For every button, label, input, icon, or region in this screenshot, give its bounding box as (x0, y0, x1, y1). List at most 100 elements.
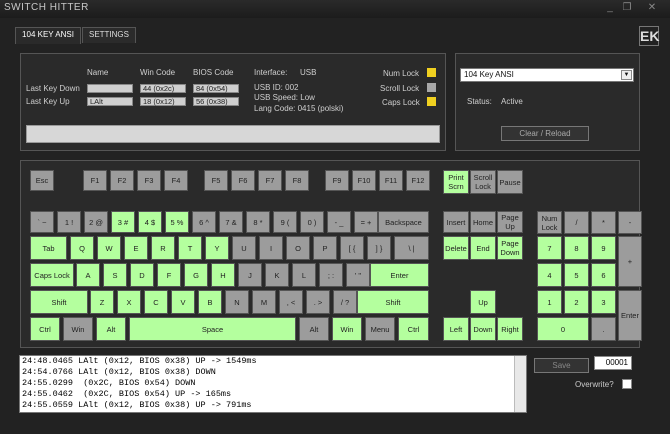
key-left[interactable]: Left (443, 317, 469, 341)
key-pgdn[interactable]: Page Down (497, 236, 523, 260)
key-4[interactable]: 4 $ (138, 211, 162, 233)
save-button[interactable]: Save (534, 358, 589, 373)
key-ins[interactable]: Insert (443, 211, 469, 233)
key-rbr[interactable]: ] } (367, 236, 391, 260)
key-minus[interactable]: - _ (327, 211, 351, 233)
key-comma[interactable]: , < (279, 290, 303, 314)
key-nenter[interactable]: Enter (618, 290, 642, 341)
key-rctrl[interactable]: Ctrl (398, 317, 429, 341)
key-o[interactable]: O (286, 236, 310, 260)
key-space[interactable]: Space (129, 317, 296, 341)
close-icon[interactable]: ✕ (640, 1, 664, 15)
maximize-icon[interactable]: ❐ (620, 1, 634, 15)
key-u[interactable]: U (232, 236, 256, 260)
key-lshift[interactable]: Shift (30, 290, 88, 314)
key-nadd[interactable]: + (618, 236, 642, 287)
key-l[interactable]: L (292, 263, 316, 287)
layout-select[interactable]: 104 Key ANSI ▼ (460, 68, 634, 82)
key-n5[interactable]: 5 (564, 263, 589, 287)
key-lctrl[interactable]: Ctrl (30, 317, 60, 341)
key-x[interactable]: X (117, 290, 141, 314)
key-b[interactable]: B (198, 290, 222, 314)
key-f5[interactable]: F5 (204, 170, 228, 191)
key-prtsc[interactable]: Print Scrn (443, 170, 469, 194)
key-0[interactable]: 0 ) (300, 211, 324, 233)
key-n8[interactable]: 8 (564, 236, 589, 260)
key-v[interactable]: V (171, 290, 195, 314)
key-caps[interactable]: Caps Lock (30, 263, 74, 287)
key-bsl[interactable]: \ | (394, 236, 429, 260)
key-t[interactable]: T (178, 236, 202, 260)
key-menu[interactable]: Menu (365, 317, 395, 341)
key-y[interactable]: Y (205, 236, 229, 260)
key-pgup[interactable]: Page Up (497, 211, 523, 233)
key-m[interactable]: M (252, 290, 276, 314)
key-p[interactable]: P (313, 236, 337, 260)
counter-field[interactable]: 00001 (594, 356, 632, 370)
key-esc[interactable]: Esc (30, 170, 54, 191)
key-ralt[interactable]: Alt (299, 317, 329, 341)
key-slash[interactable]: / ? (333, 290, 357, 314)
key-lbr[interactable]: [ { (340, 236, 364, 260)
tab-settings[interactable]: SETTINGS (82, 27, 136, 43)
key-up[interactable]: Up (470, 290, 496, 314)
key-z[interactable]: Z (90, 290, 114, 314)
key-dot[interactable]: . > (306, 290, 330, 314)
key-home[interactable]: Home (470, 211, 496, 233)
key-n3[interactable]: 3 (591, 290, 616, 314)
key-right[interactable]: Right (497, 317, 523, 341)
key-rwin[interactable]: Win (332, 317, 362, 341)
key-ndot[interactable]: . (591, 317, 616, 341)
key-grave[interactable]: ` ~ (30, 211, 54, 233)
key-lwin[interactable]: Win (63, 317, 93, 341)
key-numlk[interactable]: Num Lock (537, 211, 562, 234)
key-f8[interactable]: F8 (285, 170, 309, 191)
key-3[interactable]: 3 # (111, 211, 135, 233)
key-f1[interactable]: F1 (83, 170, 107, 191)
key-d[interactable]: D (130, 263, 154, 287)
key-q[interactable]: Q (70, 236, 94, 260)
key-r[interactable]: R (151, 236, 175, 260)
key-n0[interactable]: 0 (537, 317, 589, 341)
key-nsub[interactable]: - (618, 211, 642, 234)
key-f9[interactable]: F9 (325, 170, 349, 191)
log-scrollbar[interactable] (514, 356, 526, 412)
key-i[interactable]: I (259, 236, 283, 260)
key-9[interactable]: 9 ( (273, 211, 297, 233)
key-8[interactable]: 8 * (246, 211, 270, 233)
key-tab[interactable]: Tab (30, 236, 67, 260)
key-k[interactable]: K (265, 263, 289, 287)
key-nmul[interactable]: * (591, 211, 616, 234)
key-2[interactable]: 2 @ (84, 211, 108, 233)
chevron-down-icon[interactable]: ▼ (621, 70, 632, 80)
key-ndiv[interactable]: / (564, 211, 589, 234)
key-f6[interactable]: F6 (231, 170, 255, 191)
key-s[interactable]: S (103, 263, 127, 287)
key-f7[interactable]: F7 (258, 170, 282, 191)
overwrite-checkbox[interactable] (622, 379, 632, 389)
key-a[interactable]: A (76, 263, 100, 287)
key-n7[interactable]: 7 (537, 236, 562, 260)
event-log[interactable]: 24:48.0465 LAlt (0x12, BIOS 0x38) UP -> … (19, 355, 527, 413)
key-w[interactable]: W (97, 236, 121, 260)
key-e[interactable]: E (124, 236, 148, 260)
key-semi[interactable]: ; : (319, 263, 343, 287)
key-f11[interactable]: F11 (379, 170, 403, 191)
tab-104-key-ansi[interactable]: 104 KEY ANSI (15, 27, 81, 44)
key-f2[interactable]: F2 (110, 170, 134, 191)
key-g[interactable]: G (184, 263, 208, 287)
key-enter[interactable]: Enter (370, 263, 429, 287)
key-f3[interactable]: F3 (137, 170, 161, 191)
key-6[interactable]: 6 ^ (192, 211, 216, 233)
key-f10[interactable]: F10 (352, 170, 376, 191)
key-n2[interactable]: 2 (564, 290, 589, 314)
key-c[interactable]: C (144, 290, 168, 314)
key-n[interactable]: N (225, 290, 249, 314)
key-bksp[interactable]: Backspace (378, 211, 429, 233)
key-1[interactable]: 1 ! (57, 211, 81, 233)
key-7[interactable]: 7 & (219, 211, 243, 233)
key-n4[interactable]: 4 (537, 263, 562, 287)
key-n1[interactable]: 1 (537, 290, 562, 314)
key-down[interactable]: Down (470, 317, 496, 341)
key-del[interactable]: Delete (443, 236, 469, 260)
